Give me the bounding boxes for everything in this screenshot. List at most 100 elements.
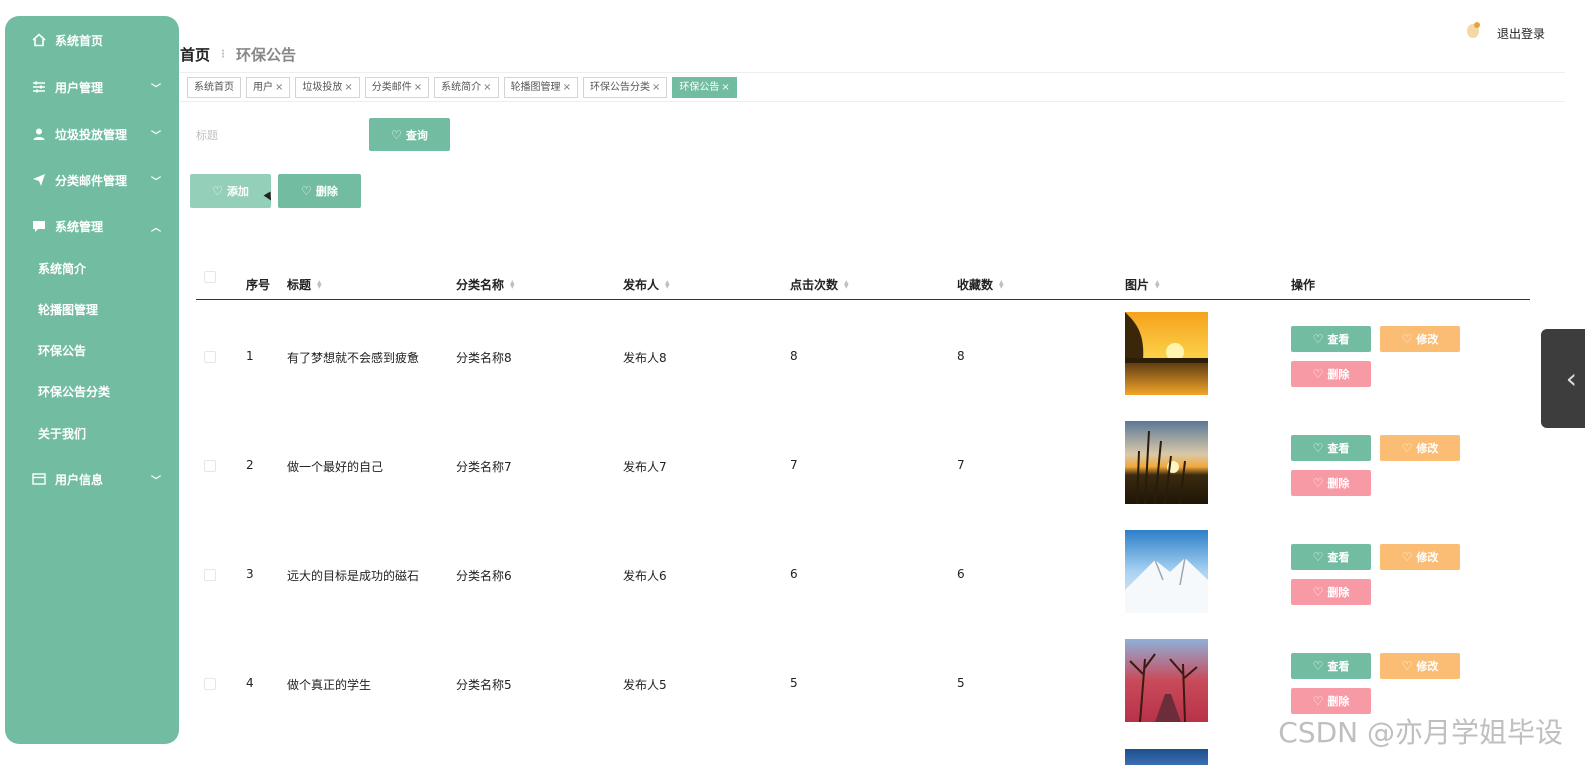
delete-button[interactable]: ♡ 删除	[278, 174, 361, 208]
submenu-item-about-us[interactable]: 关于我们	[38, 425, 86, 443]
column-header-title[interactable]: 标题 ▲ ▼	[287, 276, 322, 293]
thumbnail-sunset-lake[interactable]	[1125, 312, 1208, 395]
menu-item-garbage-management[interactable]: 垃圾投放管理 ﹀	[5, 124, 179, 144]
table-header: 序号 标题 ▲ ▼ 分类名称 ▲ ▼ 发布人 ▲ ▼ 点击次数 ▲ ▼ 收藏数 ▲ ▼ 图片 ▲ ▼ 操…	[196, 266, 1530, 300]
sort-icon: ▲ ▼	[1155, 278, 1160, 290]
column-header-favorites[interactable]: 收藏数 ▲ ▼	[957, 276, 1004, 293]
menu-item-label: 用户信息	[55, 472, 104, 487]
home-icon	[31, 32, 47, 48]
submenu-item-eco-notice[interactable]: 环保公告	[38, 342, 86, 360]
edit-button[interactable]: ♡ 修改	[1380, 435, 1460, 461]
close-icon[interactable]: ×	[652, 78, 660, 97]
cell-title: 做个真正的学生	[287, 678, 372, 692]
row-checkbox[interactable]	[204, 351, 216, 363]
column-label: 发布人	[623, 278, 660, 292]
close-icon[interactable]: ×	[275, 78, 283, 97]
menu-item-label: 垃圾投放管理	[55, 127, 128, 142]
column-header-image[interactable]: 图片 ▲ ▼	[1125, 276, 1160, 293]
heart-icon: ♡	[1401, 550, 1413, 564]
breadcrumb-current: 环保公告	[236, 45, 297, 64]
cell-index: 1	[246, 349, 254, 363]
row-delete-button[interactable]: ♡ 删除	[1291, 361, 1371, 387]
tab-eco-notice-category[interactable]: 环保公告分类 ×	[582, 77, 668, 98]
thumbnail-sunset-field[interactable]	[1125, 421, 1208, 504]
view-button[interactable]: ♡ 查看	[1291, 435, 1371, 461]
menu-item-user-info[interactable]: 用户信息 ﹀	[5, 469, 179, 489]
row-delete-button[interactable]: ♡ 删除	[1291, 470, 1371, 496]
thumbnail-snow-mountain[interactable]	[1125, 530, 1208, 613]
tab-label: 环保公告	[679, 82, 720, 93]
watermark: CSDN @亦月学姐毕设	[1278, 716, 1563, 749]
chevron-down-icon: ﹀	[151, 130, 161, 142]
add-button[interactable]: ♡ 添加	[190, 174, 271, 208]
tab-carousel[interactable]: 轮播图管理 ×	[503, 77, 578, 98]
cell-category: 分类名称8	[456, 351, 512, 365]
row-delete-button-label: 删除	[1327, 695, 1350, 708]
column-header-clicks[interactable]: 点击次数 ▲ ▼	[790, 276, 849, 293]
tab-garbage[interactable]: 垃圾投放 ×	[295, 77, 360, 98]
chat-icon	[31, 218, 47, 234]
column-header-publisher[interactable]: 发布人 ▲ ▼	[623, 276, 670, 293]
close-icon[interactable]: ×	[721, 78, 729, 97]
view-button[interactable]: ♡ 查看	[1291, 653, 1371, 679]
submenu-item-system-intro[interactable]: 系统简介	[38, 260, 86, 278]
title-search-input[interactable]	[190, 121, 360, 151]
row-delete-button[interactable]: ♡ 删除	[1291, 579, 1371, 605]
close-icon[interactable]: ×	[563, 78, 571, 97]
send-icon	[31, 172, 47, 188]
close-icon[interactable]: ×	[483, 78, 491, 97]
menu-item-mail-management[interactable]: 分类邮件管理 ﹀	[5, 170, 179, 190]
heart-icon: ♡	[391, 127, 402, 142]
cell-favorites: 5	[957, 676, 965, 690]
view-button-label: 查看	[1327, 333, 1350, 346]
sort-icon: ▲ ▼	[844, 278, 849, 290]
side-panel-toggle[interactable]: ‹	[1541, 329, 1585, 428]
column-header-category[interactable]: 分类名称 ▲ ▼	[456, 276, 515, 293]
breadcrumb: 首页 ⋮ 环保公告	[180, 44, 296, 64]
tab-system-home[interactable]: 系统首页	[187, 77, 241, 98]
edit-button[interactable]: ♡ 修改	[1380, 653, 1460, 679]
chevron-left-icon: ‹	[1565, 362, 1577, 395]
tab-label: 分类邮件	[371, 82, 412, 93]
logout-area[interactable]: 退出登录	[1460, 20, 1545, 46]
column-label: 点击次数	[790, 278, 839, 292]
close-icon[interactable]: ×	[344, 78, 352, 97]
menu-item-user-management[interactable]: 用户管理 ﹀	[5, 77, 179, 97]
submenu-item-eco-notice-category[interactable]: 环保公告分类	[38, 383, 110, 401]
row-checkbox[interactable]	[204, 569, 216, 581]
tab-eco-notice[interactable]: 环保公告 ×	[672, 77, 737, 98]
breadcrumb-separator-icon: ⋮	[218, 48, 229, 60]
tab-system-intro[interactable]: 系统简介 ×	[434, 77, 499, 98]
thumbnail-red-trees[interactable]	[1125, 639, 1208, 722]
menu-item-system-management[interactable]: 系统管理 ︿	[5, 216, 179, 236]
view-button[interactable]: ♡ 查看	[1291, 326, 1371, 352]
menu-item-home[interactable]: 系统首页	[5, 30, 179, 50]
select-all-checkbox[interactable]	[204, 271, 216, 283]
tab-user[interactable]: 用户 ×	[246, 77, 291, 98]
heart-icon: ♡	[1401, 332, 1413, 346]
edit-button[interactable]: ♡ 修改	[1380, 326, 1460, 352]
tabs-bar: 系统首页 用户 × 垃圾投放 × 分类邮件 × 系统简介 × 轮播图管理 × 环保公告分类…	[187, 77, 737, 98]
query-button[interactable]: ♡ 查询	[369, 118, 450, 151]
avatar	[1460, 20, 1487, 46]
tab-mail[interactable]: 分类邮件 ×	[364, 77, 430, 98]
heart-icon: ♡	[1312, 476, 1324, 490]
logout-link[interactable]: 退出登录	[1497, 25, 1545, 42]
row-checkbox[interactable]	[204, 460, 216, 472]
row-delete-button-label: 删除	[1327, 477, 1350, 490]
edit-button[interactable]: ♡ 修改	[1380, 544, 1460, 570]
row-checkbox[interactable]	[204, 678, 216, 690]
breadcrumb-home[interactable]: 首页	[180, 44, 210, 65]
view-button[interactable]: ♡ 查看	[1291, 544, 1371, 570]
thumbnail-partial	[1125, 749, 1208, 765]
close-icon[interactable]: ×	[414, 78, 422, 97]
sliders-icon	[31, 79, 47, 95]
tab-label: 系统简介	[441, 82, 482, 93]
edit-button-label: 修改	[1416, 660, 1439, 673]
row-delete-button-label: 删除	[1327, 368, 1350, 381]
chevron-down-icon: ﹀	[151, 176, 161, 188]
table-row: 1 有了梦想就不会感到疲惫 分类名称8 发布人8 8 8 ♡ 查看 ♡ 修改 ♡ 删除	[196, 302, 1530, 411]
heart-icon: ♡	[301, 184, 312, 198]
submenu-item-carousel[interactable]: 轮播图管理	[38, 301, 98, 319]
chevron-down-icon: ﹀	[151, 83, 161, 95]
